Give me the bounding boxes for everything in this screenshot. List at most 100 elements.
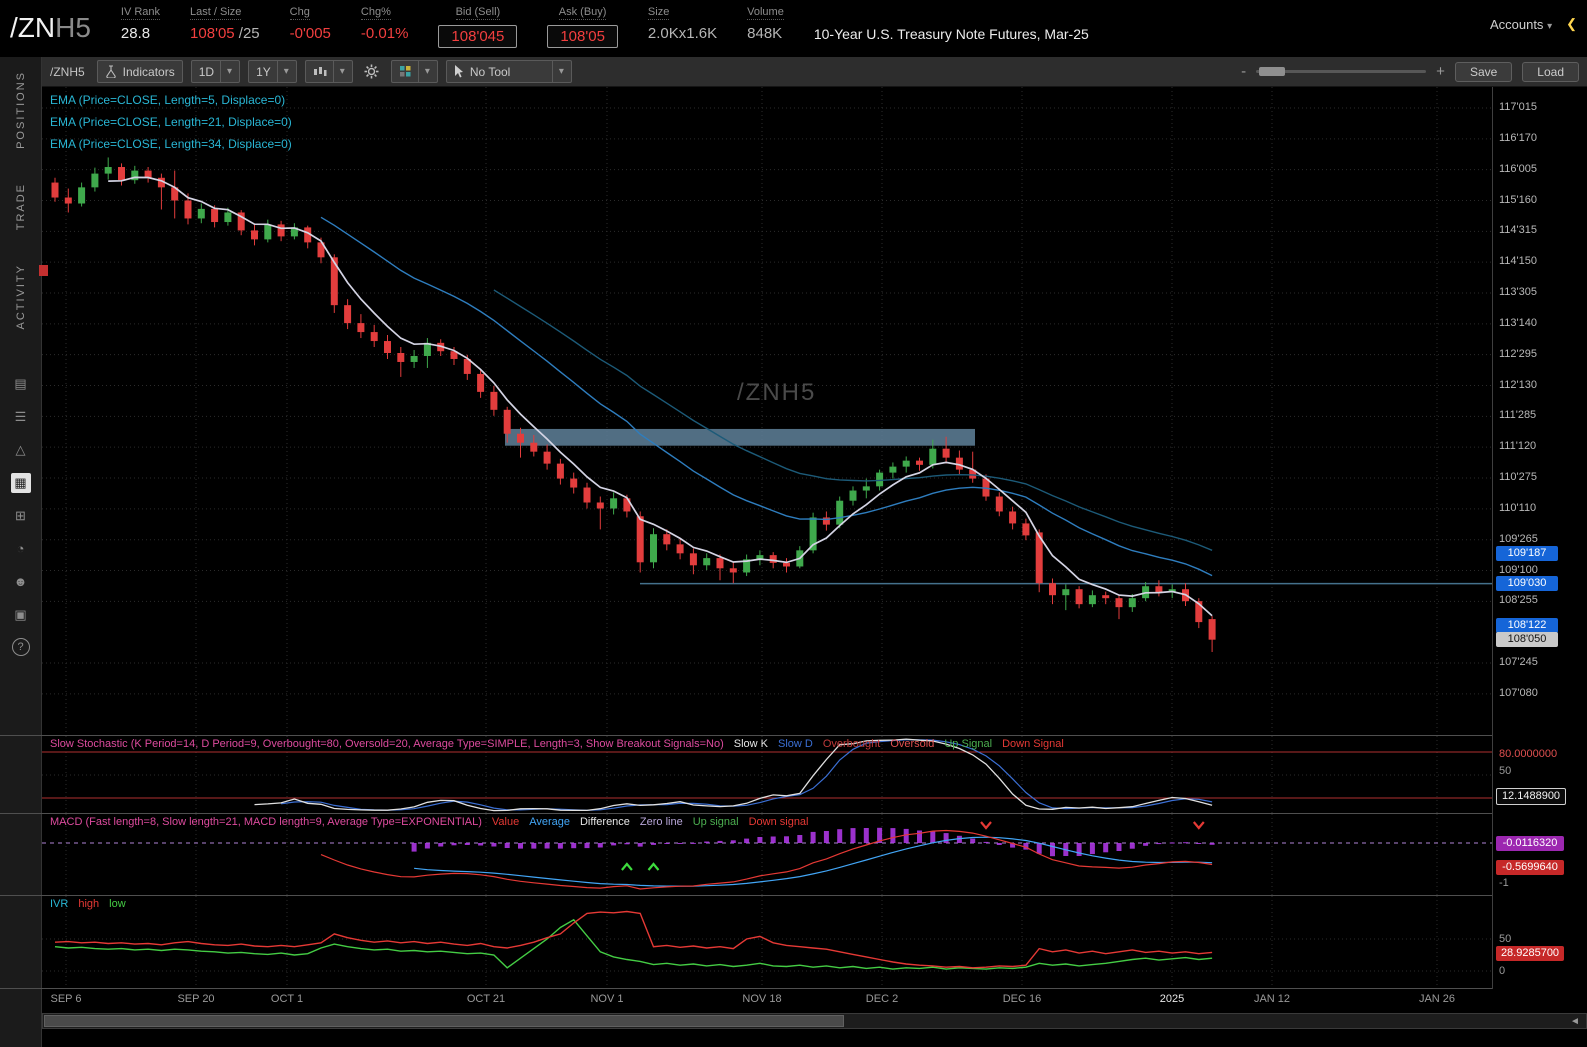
price-alert-bubble: 108'122	[1496, 618, 1558, 633]
macd-difference-bubble: -0.0116320	[1496, 836, 1564, 851]
y-axis-label: 113'140	[1499, 317, 1579, 329]
y-axis-label: 112'295	[1499, 348, 1579, 360]
sidebar-tab-trade[interactable]: TRADE	[15, 183, 27, 230]
save-button[interactable]: Save	[1455, 62, 1512, 82]
apps-grid-icon[interactable]: ⊞	[11, 506, 31, 526]
last-size-value: /25	[239, 25, 260, 42]
y-axis-label: 107'245	[1499, 656, 1579, 668]
y-axis-label: 113'305	[1499, 286, 1579, 298]
chevron-down-icon: ▾	[220, 61, 232, 82]
collapse-panel-icon[interactable]: ❮	[1566, 16, 1577, 32]
x-axis-label: SEP 6	[51, 993, 82, 1005]
iv-rank-label: IV Rank	[121, 6, 160, 20]
chevron-down-icon: ▾	[552, 61, 564, 82]
ivr-plot[interactable]	[42, 896, 1492, 988]
x-axis-label: JAN 12	[1254, 993, 1290, 1005]
y-axis-label: 110'275	[1499, 471, 1579, 483]
chart-scrollbar[interactable]: ◄	[42, 1013, 1587, 1029]
price-axis[interactable]: 80.0000000 50 12.1488900 -0.0116320 -0.5…	[1492, 87, 1587, 989]
zoom-out-button[interactable]: -	[1241, 63, 1246, 80]
indicators-button[interactable]: Indicators	[97, 60, 183, 83]
range-dropdown[interactable]: 1Y▾	[248, 60, 297, 83]
ivr-mid-axis-label: 50	[1499, 933, 1511, 945]
x-axis-label: OCT 1	[271, 993, 303, 1005]
active-tool-dropdown[interactable]: No Tool ▾	[446, 60, 572, 83]
bid-label: Bid (Sell)	[456, 6, 501, 20]
main-chart[interactable]	[42, 87, 1492, 735]
ask-field: Ask (Buy) 108'05	[547, 6, 618, 48]
down-signal-arrow	[1194, 822, 1204, 828]
grid-layer	[42, 896, 1492, 988]
bid-field: Bid (Sell) 108'045	[438, 6, 517, 48]
chg-pct-label: Chg%	[361, 6, 391, 20]
last-size-label: Last / Size	[190, 6, 241, 20]
last-size-field: Last / Size 108'05 /25	[190, 6, 260, 42]
time-axis[interactable]: SEP 6SEP 20OCT 1OCT 21NOV 1NOV 18DEC 2DE…	[42, 989, 1492, 1011]
main-chart-area[interactable]: EMA (Price=CLOSE, Length=5, Displace=0)E…	[42, 87, 1492, 735]
chart-settings-gear-icon[interactable]	[361, 61, 383, 82]
chart-style-dropdown[interactable]: ▾	[305, 60, 353, 83]
bid-button[interactable]: 108'045	[438, 25, 517, 48]
chevron-down-icon: ▾	[277, 61, 289, 82]
chevron-down-icon: ▾	[418, 61, 430, 82]
y-axis-label: 111'120	[1499, 440, 1579, 452]
symbol-expiry: H5	[55, 12, 91, 44]
price-alert-bubble: 109'187	[1496, 546, 1558, 561]
x-axis-label: OCT 21	[467, 993, 505, 1005]
archive-icon[interactable]: ▣	[11, 605, 31, 625]
y-axis-label: 115'160	[1499, 194, 1579, 206]
x-axis-label: SEP 20	[177, 993, 214, 1005]
sidebar-tab-positions[interactable]: POSITIONS	[15, 71, 27, 149]
price-alert-bubble: 109'030	[1496, 576, 1558, 591]
macd-floor-axis-label: -1	[1499, 877, 1509, 889]
chg-label: Chg	[290, 6, 310, 20]
zoom-slider[interactable]	[1256, 70, 1426, 73]
y-axis-label: 107'080	[1499, 687, 1579, 699]
load-button[interactable]: Load	[1522, 62, 1579, 82]
y-axis-label: 114'150	[1499, 255, 1579, 267]
users-icon[interactable]: ☻	[11, 572, 31, 592]
y-axis-label: 109'100	[1499, 564, 1579, 576]
stochastic-plot[interactable]	[42, 736, 1492, 813]
size-value: 2.0Kx1.6K	[648, 25, 717, 42]
ema-layer	[108, 177, 1212, 615]
watchlist-icon[interactable]: ☰	[11, 407, 31, 427]
grid-layer	[42, 736, 1492, 813]
flask-icon[interactable]: △	[11, 440, 31, 460]
y-axis-label: 112'130	[1499, 379, 1579, 391]
macd-value-bubble: -0.5699640	[1496, 860, 1564, 875]
toolbar-symbol-label: /ZNH5	[50, 65, 85, 79]
chart-note-marker[interactable]	[39, 265, 48, 276]
stoch-current-value-bubble: 12.1488900	[1496, 788, 1566, 805]
monitor-icon[interactable]: ▤	[11, 374, 31, 394]
size-label: Size	[648, 6, 669, 20]
sidebar-tab-activity[interactable]: ACTIVITY	[15, 264, 27, 330]
macd-plot[interactable]	[42, 814, 1492, 895]
timeframe-dropdown[interactable]: 1D▾	[191, 60, 240, 83]
zoom-in-button[interactable]: +	[1436, 63, 1445, 80]
y-axis-label: 108'255	[1499, 594, 1579, 606]
zoom-slider-handle[interactable]	[1259, 67, 1285, 76]
help-icon[interactable]: ?	[12, 638, 30, 656]
volume-value: 848K	[747, 25, 782, 42]
drawing-set-dropdown[interactable]: ▾	[391, 60, 438, 83]
stochastic-panel[interactable]: Slow Stochastic (K Period=14, D Period=9…	[42, 736, 1492, 813]
accounts-dropdown[interactable]: Accounts ▾	[1490, 17, 1552, 32]
x-axis-label: DEC 16	[1003, 993, 1042, 1005]
x-axis-label: JAN 26	[1419, 993, 1455, 1005]
scroll-left-button[interactable]: ◄	[1566, 1014, 1584, 1028]
ivr-high-line	[55, 912, 1212, 968]
chart-icon[interactable]: ▦	[11, 473, 31, 493]
macd-panel[interactable]: MACD (Fast length=8, Slow length=21, MAC…	[42, 814, 1492, 895]
scrollbar-thumb[interactable]	[44, 1015, 844, 1027]
ivr-floor-axis-label: 0	[1499, 965, 1505, 977]
iv-rank-value: 28.8	[121, 25, 150, 42]
clock-icon[interactable]: ◔	[11, 539, 31, 559]
stoch-mid-axis-label: 50	[1499, 765, 1511, 777]
x-axis-label: NOV 18	[742, 993, 781, 1005]
ask-button[interactable]: 108'05	[547, 25, 618, 48]
trading-platform-window: /ZN H5 IV Rank 28.8 Last / Size 108'05 /…	[0, 0, 1587, 1047]
size-field: Size 2.0Kx1.6K	[648, 6, 717, 42]
last-value: 108'05	[190, 25, 235, 42]
ivr-panel[interactable]: IVRhighlow	[42, 896, 1492, 988]
